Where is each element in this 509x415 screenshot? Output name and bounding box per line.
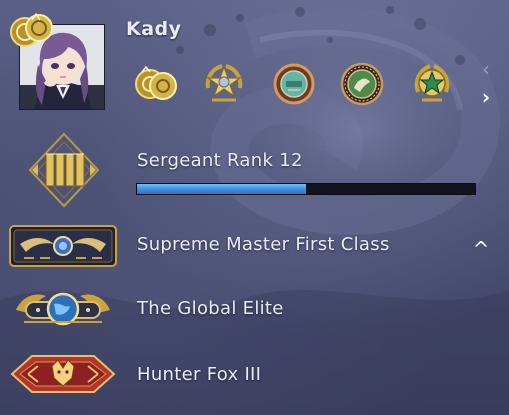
xp-rank-label: Sergeant Rank 12 <box>137 150 303 171</box>
green-medal-icon[interactable] <box>336 58 388 110</box>
rank-row-supreme[interactable]: Supreme Master First Class <box>0 222 509 272</box>
badges-prev-button[interactable]: ‹ <box>475 58 497 80</box>
supreme-wings-icon <box>8 222 118 270</box>
xp-rank-row: Sergeant Rank 12 <box>0 132 509 208</box>
hunter-fox-icon <box>8 350 118 398</box>
rank-row-global-elite[interactable]: The Global Elite <box>0 286 509 334</box>
teal-pin-icon[interactable] <box>268 58 320 110</box>
xp-progress-bar <box>136 183 476 195</box>
star-laurel-icon[interactable] <box>198 58 250 110</box>
rank-label: Supreme Master First Class <box>137 234 390 255</box>
gold-coin-pair-icon[interactable] <box>130 58 182 110</box>
gold-coin-icon[interactable] <box>6 8 56 52</box>
rank-label: Hunter Fox III <box>137 364 262 385</box>
sergeant-chevron-icon <box>28 132 100 208</box>
rank-row-hunter-fox[interactable]: Hunter Fox III <box>0 350 509 400</box>
green-star-medal-icon[interactable] <box>406 58 458 110</box>
rank-label: The Global Elite <box>137 298 284 319</box>
badges-next-button[interactable]: › <box>475 86 497 108</box>
profile-panel: Kady ‹ › Sergeant Rank 12 Supreme Master… <box>0 0 509 415</box>
xp-progress-fill <box>137 184 306 194</box>
username: Kady <box>126 18 182 40</box>
global-elite-icon <box>8 286 118 332</box>
collapse-button[interactable]: ^ <box>469 238 493 260</box>
